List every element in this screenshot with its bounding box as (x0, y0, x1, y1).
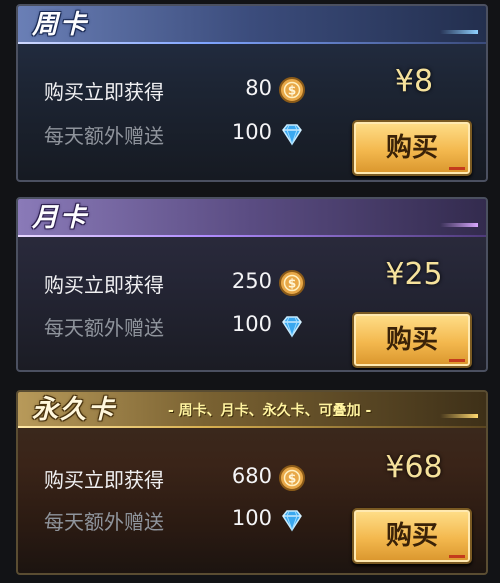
monthly-card-title: 月卡 (32, 203, 89, 233)
permanent-card: 永久卡 - 周卡、月卡、永久卡、可叠加 - 购买立即获得 680 $ 每天额外赠… (16, 390, 488, 575)
daily-bonus-amount: 100 (231, 506, 272, 530)
permanent-card-title: 永久卡 (32, 395, 117, 425)
svg-text:$: $ (288, 84, 296, 98)
daily-bonus-amount: 100 (231, 120, 272, 144)
header-ornament (440, 223, 478, 227)
instant-reward-amount: 680 (231, 464, 272, 488)
gold-coin-icon: $ (278, 76, 306, 104)
instant-reward-amount: 80 (245, 76, 272, 100)
daily-bonus-amount: 100 (231, 312, 272, 336)
weekly-card-title: 周卡 (32, 10, 89, 40)
diamond-icon (278, 312, 306, 340)
daily-bonus-label: 每天额外赠送 (44, 124, 164, 148)
instant-reward-label: 购买立即获得 (44, 273, 164, 297)
monthly-price: ¥25 (385, 257, 443, 292)
diamond-icon (278, 120, 306, 148)
header-ornament (440, 414, 478, 418)
daily-bonus-label: 每天额外赠送 (44, 316, 164, 340)
monthly-card: 月卡 购买立即获得 250 $ 每天额外赠送 100 ¥25 购买 (16, 197, 488, 372)
stackable-note: - 周卡、月卡、永久卡、可叠加 - (168, 403, 372, 419)
svg-text:$: $ (288, 472, 296, 486)
buy-permanent-card-button[interactable]: 购买 (352, 508, 472, 564)
instant-reward-label: 购买立即获得 (44, 80, 164, 104)
gold-coin-icon: $ (278, 464, 306, 492)
svg-text:$: $ (288, 277, 296, 291)
diamond-icon (278, 506, 306, 534)
instant-reward-amount: 250 (231, 269, 272, 293)
buy-weekly-card-button[interactable]: 购买 (352, 120, 472, 176)
header-ornament (440, 30, 478, 34)
gold-coin-icon: $ (278, 269, 306, 297)
weekly-card-header: 周卡 (18, 6, 486, 44)
daily-bonus-label: 每天额外赠送 (44, 510, 164, 534)
monthly-card-header: 月卡 (18, 199, 486, 237)
permanent-card-header: 永久卡 - 周卡、月卡、永久卡、可叠加 - (18, 392, 486, 428)
instant-reward-label: 购买立即获得 (44, 468, 164, 492)
weekly-price: ¥8 (394, 64, 434, 99)
permanent-price: ¥68 (385, 450, 443, 485)
weekly-card: 周卡 购买立即获得 80 $ 每天额外赠送 100 ¥8 购买 (16, 4, 488, 182)
buy-monthly-card-button[interactable]: 购买 (352, 312, 472, 368)
